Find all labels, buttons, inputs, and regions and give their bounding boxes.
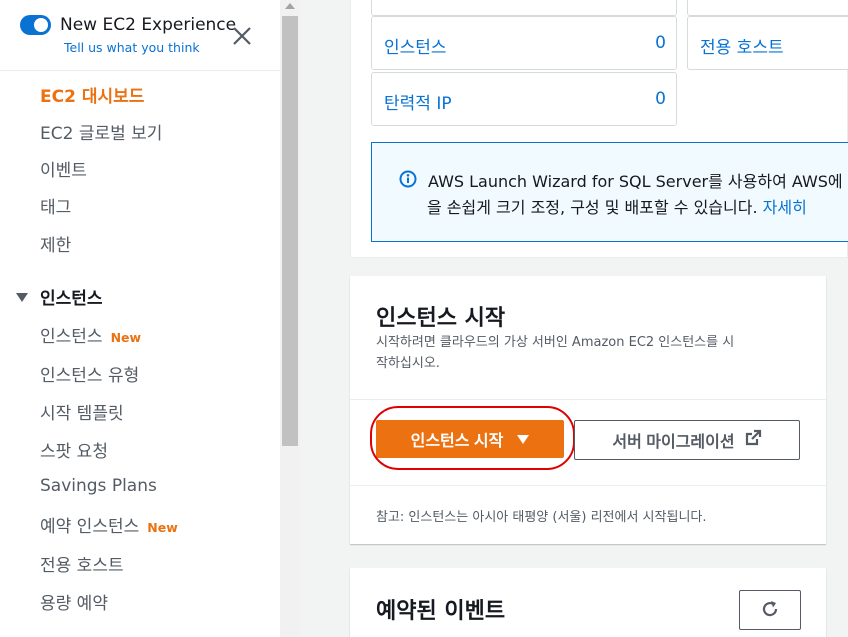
launch-panel-description-line2: 작하십시오. [376, 356, 440, 371]
refresh-icon [760, 599, 780, 622]
launch-instance-button[interactable]: 인스턴스 시작 [376, 420, 564, 458]
sidebar-item-spot-requests[interactable]: 스팟 요청 [40, 437, 108, 462]
learn-more-link[interactable]: 자세히 [763, 198, 807, 217]
new-badge: New [110, 330, 142, 345]
new-badge: New [147, 520, 178, 535]
resource-box-dedicated-hosts[interactable]: 전용 호스트 [687, 16, 848, 70]
scrollbar-thumb[interactable] [282, 16, 298, 446]
sidebar-item-limits[interactable]: 제한 [40, 231, 71, 256]
sidebar-group-label: 인스턴스 [40, 289, 103, 309]
sidebar-item-instance-types[interactable]: 인스턴스 유형 [40, 361, 139, 386]
info-icon [399, 170, 417, 192]
launch-panel-title: 인스턴스 시작 [376, 306, 506, 331]
sidebar-item-dedicated-hosts[interactable]: 전용 호스트 [40, 551, 124, 576]
launch-wizard-info-alert: AWS Launch Wizard for SQL Server를 사용하여 A… [371, 142, 848, 242]
sidebar-item-events[interactable]: 이벤트 [40, 156, 87, 181]
divider [350, 485, 826, 486]
migrate-server-button-label: 서버 마이그레이션 [612, 434, 735, 451]
scroll-up-arrow-icon[interactable] [285, 3, 295, 9]
dedicated-hosts-link[interactable]: 전용 호스트 [700, 33, 784, 58]
region-note: 참고: 인스턴스는 아시아 태평양 (서울) 리전에서 시작됩니다. [376, 510, 707, 525]
elastic-ip-link[interactable]: 탄력적 IP [384, 89, 452, 114]
divider [350, 399, 826, 400]
launch-instance-panel: 인스턴스 시작 시작하려면 클라우드의 가상 서버인 Amazon EC2 인스… [350, 276, 826, 544]
info-text-line2: 을 손쉽게 크기 조정, 구성 및 배포할 수 있습니다. 자세히 [427, 194, 807, 218]
instances-link[interactable]: 인스턴스 [384, 33, 447, 58]
sidebar: New EC2 Experience Tell us what you thin… [0, 0, 280, 637]
caret-down-icon [517, 434, 530, 444]
caret-down-icon [16, 292, 28, 302]
resource-box-elastic-ip[interactable]: 탄력적 IP 0 [371, 72, 677, 126]
new-experience-toggle-row: New EC2 Experience Tell us what you thin… [0, 0, 280, 71]
sidebar-scrollbar[interactable] [280, 0, 300, 637]
sidebar-item-reserved-instances[interactable]: 예약 인스턴스 New [40, 512, 178, 537]
sidebar-item-tags[interactable]: 태그 [40, 193, 71, 218]
sidebar-item-capacity-reservations[interactable]: 용량 예약 [40, 589, 108, 614]
sidebar-item-ec2-global-view[interactable]: EC2 글로벌 보기 [40, 119, 162, 144]
close-icon[interactable] [230, 22, 254, 50]
instances-count: 0 [655, 33, 666, 53]
sidebar-group-instances[interactable]: 인스턴스 [16, 284, 103, 309]
sidebar-item-instances[interactable]: 인스턴스 New [40, 322, 141, 347]
toggle-title: New EC2 Experience [60, 15, 237, 35]
external-link-icon [745, 429, 762, 451]
launch-panel-description-line1: 시작하려면 클라우드의 가상 서버인 Amazon EC2 인스턴스를 시 [376, 335, 735, 350]
sidebar-item-launch-templates[interactable]: 시작 템플릿 [40, 399, 124, 424]
resource-box-instances[interactable]: 인스턴스 0 [371, 16, 677, 70]
launch-instance-button-label: 인스턴스 시작 [410, 433, 504, 450]
sidebar-item-label: 예약 인스턴스 [40, 517, 140, 537]
refresh-button[interactable] [739, 590, 801, 630]
sidebar-item-label: 인스턴스 [40, 327, 103, 347]
migrate-server-button[interactable]: 서버 마이그레이션 [574, 420, 800, 460]
sidebar-item-ec2-dashboard[interactable]: EC2 대시보드 [40, 82, 144, 107]
toggle-knob [34, 18, 48, 32]
info-text-line1: AWS Launch Wizard for SQL Server를 사용하여 A… [428, 172, 843, 191]
new-experience-toggle[interactable] [20, 15, 51, 35]
resources-panel: 인스턴스 0 전용 호스트 탄력적 IP 0 AWS Launch Wizard… [350, 0, 848, 258]
sidebar-item-savings-plans[interactable]: Savings Plans [40, 476, 157, 496]
resource-box-top-left [371, 0, 677, 16]
elastic-ip-count: 0 [655, 89, 666, 109]
feedback-link[interactable]: Tell us what you think [64, 40, 200, 55]
info-text: 을 손쉽게 크기 조정, 구성 및 배포할 수 있습니다. [427, 198, 758, 217]
scheduled-events-panel: 예약된 이벤트 [350, 568, 826, 637]
scheduled-events-title: 예약된 이벤트 [376, 599, 506, 624]
resource-box-top-right [687, 0, 848, 16]
